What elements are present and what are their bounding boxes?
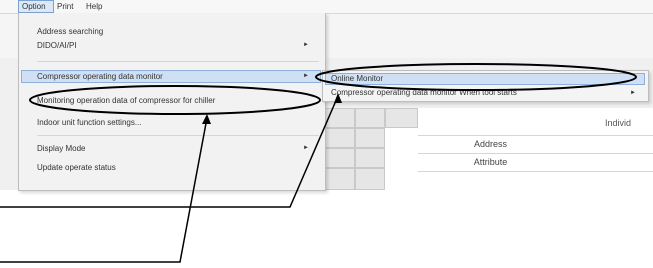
submenu-item-monitor-on-start[interactable]: Compressor operating data monitor When t… (331, 87, 636, 99)
grid-cell (325, 148, 355, 168)
grid-cell (325, 108, 355, 128)
grid-cell (325, 168, 355, 190)
chevron-right-icon: ► (303, 145, 309, 151)
grid-cell (355, 128, 385, 148)
menu-help[interactable]: Help (83, 1, 105, 12)
menu-item-update-status[interactable]: Update operate status (37, 161, 116, 174)
grid-cell (355, 108, 385, 128)
chevron-right-icon: ► (630, 90, 636, 96)
chevron-right-icon: ► (303, 42, 309, 48)
compressor-submenu: Online Monitor Compressor operating data… (322, 70, 649, 102)
menu-item-display-mode[interactable]: Display Mode ► (37, 142, 319, 155)
menu-option[interactable]: Option (18, 0, 54, 13)
menu-bar: Option Print Help (0, 0, 653, 14)
grid-cell (355, 148, 385, 168)
menu-separator (37, 135, 319, 136)
data-grid (325, 108, 653, 190)
grid-cell (355, 168, 385, 190)
grid-header-label: Individ (605, 118, 632, 128)
menu-item-chiller-monitoring[interactable]: Monitoring operation data of compressor … (37, 94, 215, 107)
chevron-right-icon: ► (303, 73, 309, 79)
grid-row-divider (418, 171, 653, 172)
menu-separator (37, 61, 319, 62)
grid-row-divider (418, 153, 653, 154)
submenu-item-online-monitor[interactable]: Online Monitor (331, 73, 383, 85)
menu-print[interactable]: Print (54, 1, 76, 12)
menu-item-dido-ai-pi[interactable]: DIDO/AI/PI ► (37, 39, 319, 52)
row-label-address: Address (473, 139, 508, 149)
option-dropdown-menu: Address searching DIDO/AI/PI ► Compressor… (18, 13, 326, 191)
grid-cell (385, 108, 418, 128)
menu-item-address-searching[interactable]: Address searching (37, 25, 103, 38)
grid-cell (325, 128, 355, 148)
menu-item-compressor-monitor[interactable]: Compressor operating data monitor ► (37, 70, 319, 83)
grid-row-divider (418, 135, 653, 136)
row-label-attribute: Attribute (473, 157, 508, 167)
menu-item-indoor-unit-settings[interactable]: Indoor unit function settings... (37, 116, 142, 129)
